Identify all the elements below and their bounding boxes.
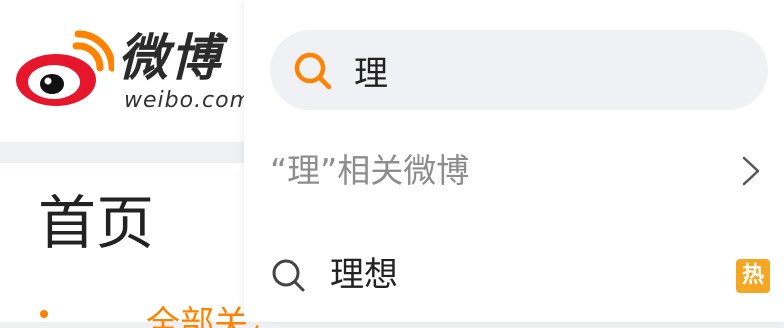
left-nav-panel: 首页 全部关注: [0, 163, 260, 328]
hot-badge: 热: [736, 259, 770, 293]
suggestion-label: 理想: [330, 255, 398, 295]
search-input[interactable]: [354, 48, 734, 92]
weibo-logo[interactable]: 微博 weibo.com: [14, 22, 251, 113]
nav-item-all-follow[interactable]: 全部关注: [40, 304, 260, 328]
logo-wordmark: 微博: [118, 28, 222, 87]
chevron-right-icon: [742, 156, 760, 186]
search-box[interactable]: [270, 30, 768, 110]
search-dropdown: “理”相关微博 理想 热: [244, 0, 784, 322]
search-icon: [272, 259, 305, 292]
logo-domain: weibo.com: [124, 88, 253, 113]
header-left: 微博 weibo.com: [0, 0, 251, 142]
list-icon: [40, 310, 48, 318]
weibo-logo-icon: [16, 30, 114, 106]
page-title: 首页: [38, 189, 155, 257]
related-weibo-label: “理”相关微博: [270, 151, 470, 190]
related-weibo-link[interactable]: “理”相关微博: [244, 140, 784, 204]
nav-item-label: 全部关注: [146, 304, 260, 328]
search-suggestion-item[interactable]: 理想 热: [244, 245, 784, 309]
search-icon: [294, 52, 332, 90]
